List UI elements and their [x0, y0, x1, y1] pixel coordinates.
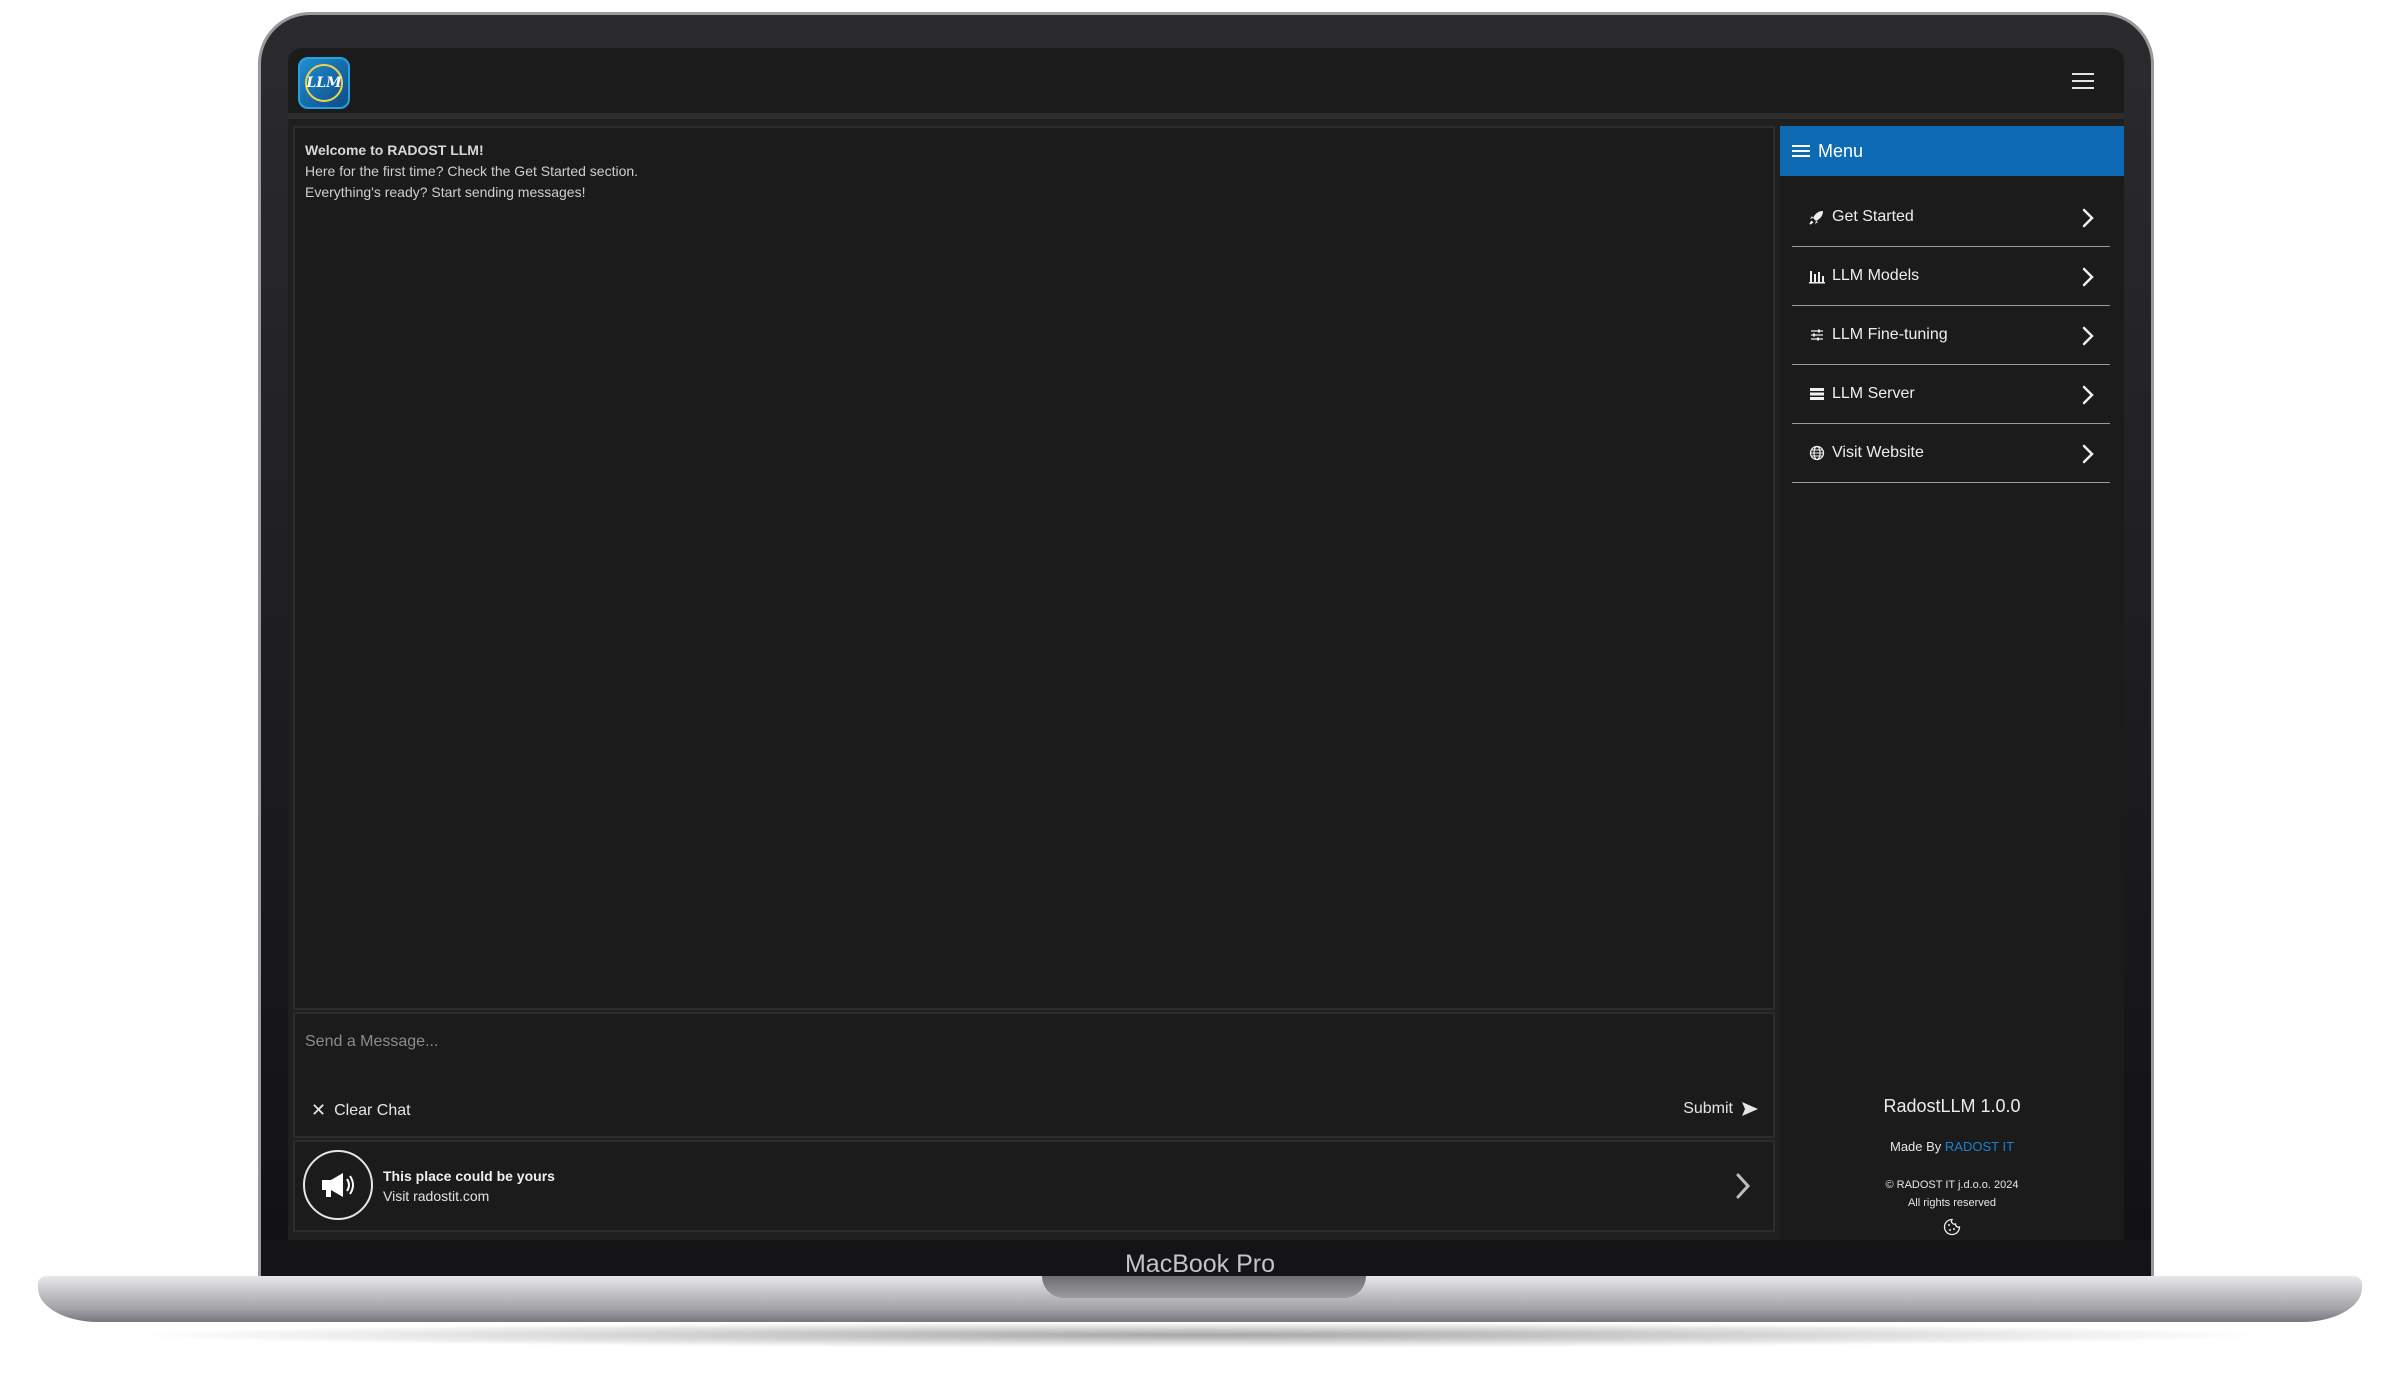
- menu-item-label: Get Started: [1832, 208, 1914, 225]
- radost-it-link[interactable]: RADOST IT: [1945, 1139, 2014, 1154]
- chevron-right-icon: [2082, 208, 2094, 228]
- message-composer: ✕ Clear Chat Submit: [293, 1012, 1775, 1138]
- globe-icon: [1808, 444, 1826, 462]
- side-menu: Menu Get Started LLM Models LLM Fine-tun…: [1780, 126, 2124, 1240]
- menu-icon: [1792, 142, 1810, 160]
- menu-title: Menu: [1818, 140, 1864, 161]
- message-input[interactable]: [305, 1022, 1755, 1062]
- ad-subtitle: Visit radostit.com: [383, 1188, 490, 1204]
- hamburger-menu-icon[interactable]: [2072, 73, 2094, 91]
- chevron-right-icon: [2082, 326, 2094, 346]
- menu-item-label: LLM Fine-tuning: [1832, 326, 1948, 343]
- app-version: RadostLLM 1.0.0: [1883, 1096, 2021, 1116]
- sliders-icon: [1808, 326, 1826, 344]
- submit-button[interactable]: Submit: [1683, 1100, 1759, 1118]
- clear-chat-button[interactable]: ✕ Clear Chat: [311, 1100, 411, 1121]
- bar-chart-icon: [1808, 267, 1826, 285]
- menu-item-visit-website[interactable]: Visit Website: [1792, 424, 2110, 483]
- menu-item-llm-server[interactable]: LLM Server: [1792, 365, 2110, 424]
- menu-list: Get Started LLM Models LLM Fine-tuning L…: [1792, 188, 2110, 483]
- sidebar-footer: RadostLLM 1.0.0 Made By RADOST IT © RADO…: [1780, 1096, 2124, 1236]
- clear-chat-label: Clear Chat: [334, 1101, 411, 1119]
- menu-item-llm-models[interactable]: LLM Models: [1792, 247, 2110, 306]
- send-icon: [1742, 1102, 1758, 1116]
- ad-title: This place could be yours: [383, 1168, 555, 1184]
- menu-item-label: Visit Website: [1832, 444, 1924, 461]
- close-icon: ✕: [311, 1100, 327, 1120]
- chevron-right-icon: [2082, 444, 2094, 464]
- top-bar: LLM: [288, 48, 2124, 119]
- chevron-right-icon: [2082, 267, 2094, 287]
- welcome-line-1: Here for the first time? Check the Get S…: [305, 163, 639, 179]
- base-shadow: [120, 1322, 2280, 1348]
- megaphone-icon: [303, 1150, 373, 1220]
- chevron-right-icon: [1736, 1173, 1751, 1199]
- cookie-icon[interactable]: [1943, 1218, 1961, 1236]
- menu-item-llm-fine-tuning[interactable]: LLM Fine-tuning: [1792, 306, 2110, 365]
- server-icon: [1808, 385, 1826, 403]
- chat-messages-area: Welcome to RADOST LLM! Here for the firs…: [293, 126, 1775, 1010]
- screen: LLM Welcome to RADOST LLM! Here for the …: [288, 48, 2124, 1240]
- copyright: © RADOST IT j.d.o.o. 2024: [1885, 1179, 2019, 1191]
- menu-item-get-started[interactable]: Get Started: [1792, 188, 2110, 247]
- lid-notch: [1042, 1276, 1366, 1298]
- welcome-title: Welcome to RADOST LLM!: [305, 142, 484, 158]
- menu-header[interactable]: Menu: [1780, 126, 2124, 176]
- app-logo[interactable]: LLM: [298, 57, 350, 109]
- welcome-message: Welcome to RADOST LLM! Here for the firs…: [305, 140, 638, 203]
- made-by-prefix: Made By: [1889, 1139, 1945, 1154]
- welcome-line-2: Everything's ready? Start sending messag…: [305, 184, 586, 200]
- ad-banner[interactable]: This place could be yours Visit radostit…: [293, 1140, 1775, 1232]
- menu-item-label: LLM Server: [1832, 385, 1915, 402]
- logo-text: LLM: [305, 64, 343, 102]
- menu-item-label: LLM Models: [1832, 267, 1920, 284]
- submit-label: Submit: [1683, 1100, 1733, 1117]
- made-by: Made By RADOST IT: [1780, 1139, 2124, 1154]
- chevron-right-icon: [2082, 385, 2094, 405]
- rocket-icon: [1808, 208, 1826, 226]
- rights-reserved: All rights reserved: [1907, 1197, 1997, 1209]
